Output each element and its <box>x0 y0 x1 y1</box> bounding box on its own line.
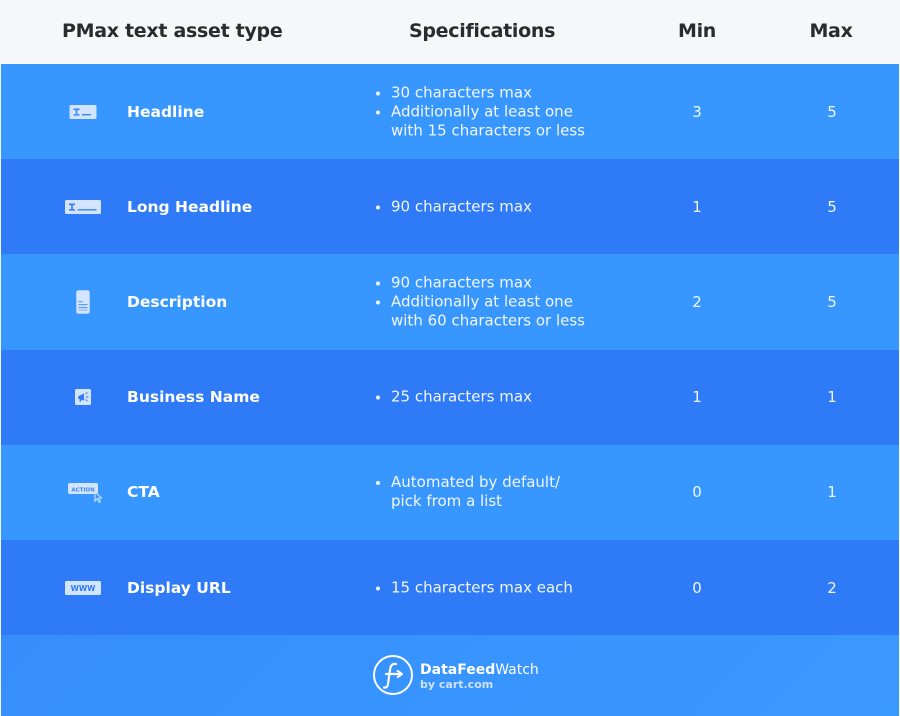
brand-subtitle: by cart.com <box>420 677 494 691</box>
min-value: 0 <box>692 483 702 502</box>
table-row: Headline 30 characters max Additionally … <box>1 64 899 160</box>
table-header: PMax text asset type Specifications Min … <box>0 0 900 64</box>
spec-list: 15 characters max each <box>375 578 573 597</box>
asset-name: Display URL <box>127 578 231 597</box>
min-value: 1 <box>692 388 702 407</box>
brand-name: DataFeedWatch <box>420 661 539 678</box>
spec-item: 30 characters max <box>375 83 585 102</box>
max-value: 5 <box>827 292 837 311</box>
column-header-min: Min <box>677 20 717 42</box>
svg-text:WWW: WWW <box>71 584 97 593</box>
min-value: 3 <box>692 102 702 121</box>
asset-name: Description <box>127 292 228 311</box>
asset-name: Business Name <box>127 388 260 407</box>
spec-item: 90 characters max <box>375 197 532 216</box>
asset-name: CTA <box>127 483 160 502</box>
min-value: 2 <box>692 292 702 311</box>
asset-table: Headline 30 characters max Additionally … <box>1 64 899 636</box>
spec-item: 15 characters max each <box>375 578 573 597</box>
min-value: 0 <box>692 578 702 597</box>
max-value: 2 <box>827 578 837 597</box>
megaphone-icon <box>75 389 91 406</box>
asset-name: Long Headline <box>127 197 253 216</box>
spec-item: 25 characters max <box>375 388 532 407</box>
spec-list: 90 characters max Additionally at least … <box>375 273 585 330</box>
footer: DataFeedWatch by cart.com <box>1 635 899 716</box>
svg-text:ACTION: ACTION <box>71 488 95 494</box>
table-row: WWW Display URL 15 characters max each 0… <box>1 539 899 636</box>
asset-name: Headline <box>127 102 205 121</box>
table-row: Description 90 characters max Additional… <box>1 254 899 350</box>
max-value: 5 <box>827 102 837 121</box>
document-icon <box>76 289 90 314</box>
headline-text-field-icon <box>69 104 97 119</box>
max-value: 1 <box>827 388 837 407</box>
datafeedwatch-logo: DataFeedWatch by cart.com <box>373 655 539 695</box>
column-header-specifications: Specifications <box>409 20 556 42</box>
table-row: Business Name 25 characters max 1 1 <box>1 349 899 445</box>
action-button-cursor-icon: ACTION <box>68 481 106 504</box>
spec-list: Automated by default/pick from a list <box>375 473 560 511</box>
datafeedwatch-logo-icon <box>373 655 413 695</box>
table-row: ACTION CTA Automated by default/pick fro… <box>1 444 899 540</box>
spec-item: 90 characters max <box>375 273 585 292</box>
spec-item: Automated by default/pick from a list <box>375 473 560 511</box>
long-headline-text-field-icon <box>65 199 101 214</box>
spec-item: Additionally at least one with 15 charact… <box>375 102 585 140</box>
spec-list: 30 characters max Additionally at least … <box>375 83 585 140</box>
spec-list: 25 characters max <box>375 388 532 407</box>
min-value: 1 <box>692 197 702 216</box>
spec-list: 90 characters max <box>375 197 532 216</box>
max-value: 5 <box>827 197 837 216</box>
column-header-asset-type: PMax text asset type <box>62 20 283 42</box>
logo-text: DataFeedWatch by cart.com <box>420 661 539 690</box>
column-header-max: Max <box>809 20 853 42</box>
table-row: Long Headline 90 characters max 1 5 <box>1 159 899 255</box>
www-url-icon: WWW <box>65 580 101 595</box>
max-value: 1 <box>827 483 837 502</box>
spec-item: Additionally at least one with 60 charact… <box>375 292 585 330</box>
